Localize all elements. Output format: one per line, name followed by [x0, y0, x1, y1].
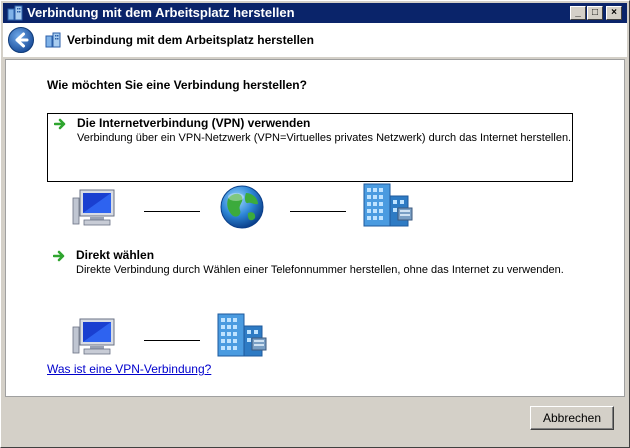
vpn-help-link[interactable]: Was ist eine VPN-Verbindung?	[47, 362, 211, 376]
green-arrow-icon	[54, 118, 66, 130]
title-bar[interactable]: Verbindung mit dem Arbeitsplatz herstell…	[3, 3, 627, 23]
question-heading: Wie möchten Sie eine Verbindung herstell…	[47, 78, 307, 92]
window-title: Verbindung mit dem Arbeitsplatz herstell…	[27, 5, 295, 20]
globe-icon	[220, 185, 264, 229]
option-vpn-description: Verbindung über ein VPN-Netzwerk (VPN=Vi…	[77, 132, 572, 144]
wizard-window: Verbindung mit dem Arbeitsplatz herstell…	[0, 0, 630, 448]
page-title: Verbindung mit dem Arbeitsplatz herstell…	[67, 33, 314, 47]
option-vpn-title: Die Internetverbindung (VPN) verwenden	[77, 116, 311, 130]
computer-icon	[72, 318, 115, 355]
cancel-button[interactable]: Abbrechen	[530, 406, 614, 430]
connector-line	[144, 211, 200, 212]
computer-icon	[72, 189, 115, 226]
workplace-connection-icon	[45, 32, 61, 48]
option-direct-dial-description: Direkte Verbindung durch Wählen einer Te…	[76, 264, 564, 276]
minimize-button[interactable]: _	[570, 6, 586, 20]
maximize-button[interactable]: □	[587, 6, 603, 20]
close-button[interactable]: ×	[606, 6, 622, 20]
option-vpn[interactable]: Die Internetverbindung (VPN) verwenden V…	[47, 113, 573, 182]
connector-line	[290, 211, 346, 212]
option-direct-dial-title: Direkt wählen	[76, 248, 155, 262]
workplace-connection-icon	[7, 5, 23, 21]
wizard-header: Verbindung mit dem Arbeitsplatz herstell…	[3, 23, 627, 57]
office-building-icon	[217, 313, 267, 357]
back-arrow-icon[interactable]	[7, 26, 35, 54]
option-direct-dial[interactable]: Direkt wählen Direkte Verbindung durch W…	[47, 246, 573, 284]
wizard-content: Wie möchten Sie eine Verbindung herstell…	[5, 59, 625, 397]
green-arrow-icon	[53, 250, 65, 262]
wizard-footer: Abbrechen	[3, 398, 627, 445]
connector-line	[144, 340, 200, 341]
office-building-icon	[363, 183, 413, 227]
